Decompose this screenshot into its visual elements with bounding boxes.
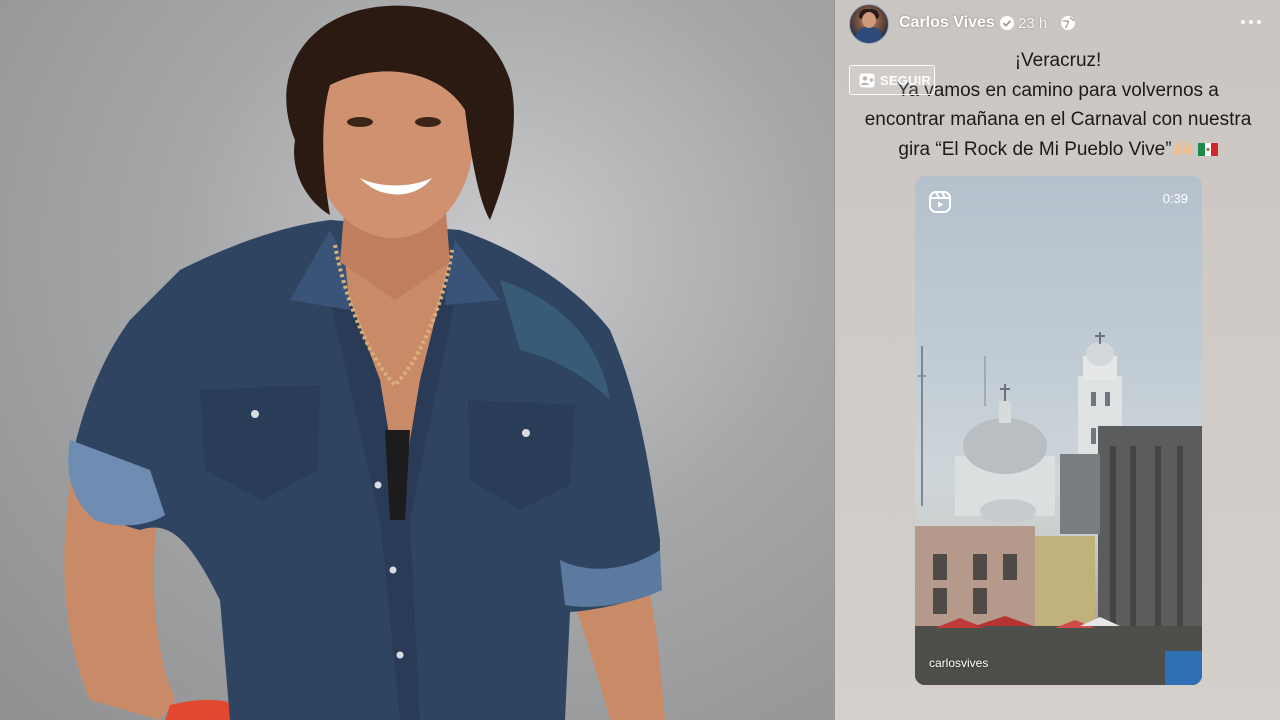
follow-button[interactable]: SEGUIR: [849, 65, 935, 95]
story-panel: Carlos Vives 23 h ¡Veracruz! Ya vamos en…: [834, 0, 1280, 720]
author-name[interactable]: Carlos Vives: [899, 14, 995, 32]
reel-icon: [929, 191, 951, 213]
more-options-icon[interactable]: [1241, 12, 1265, 32]
caption-line-with-emoji: gira “El Rock de Mi Pueblo Vive”: [855, 135, 1261, 165]
post-time[interactable]: 23 h: [1018, 15, 1047, 32]
mexico-flag-emoji: [1197, 142, 1218, 156]
raised-hands-emoji: [1173, 140, 1192, 155]
verified-badge-icon: [1000, 16, 1014, 30]
caption-text: gira “El Rock de Mi Pueblo Vive”: [898, 138, 1172, 160]
globe-icon: [1061, 16, 1075, 30]
artist-photo: [0, 0, 834, 720]
post-caption: ¡Veracruz! Ya vamos en camino para volve…: [855, 46, 1261, 164]
reel-preview[interactable]: 0:39 carlosvives: [915, 176, 1202, 685]
story-header: Carlos Vives 23 h: [835, 0, 1280, 48]
video-duration: 0:39: [1162, 191, 1188, 206]
artist-portrait-illustration: [64, 5, 665, 720]
caption-line: encontrar mañana en el Carnaval con nues…: [864, 109, 1252, 130]
follow-label: SEGUIR: [880, 73, 932, 88]
veracruz-cathedral-thumbnail: [915, 332, 1202, 685]
profile-avatar[interactable]: [849, 4, 889, 44]
add-friend-icon: [859, 73, 875, 88]
reel-author-handle: carlosvives: [929, 656, 989, 670]
